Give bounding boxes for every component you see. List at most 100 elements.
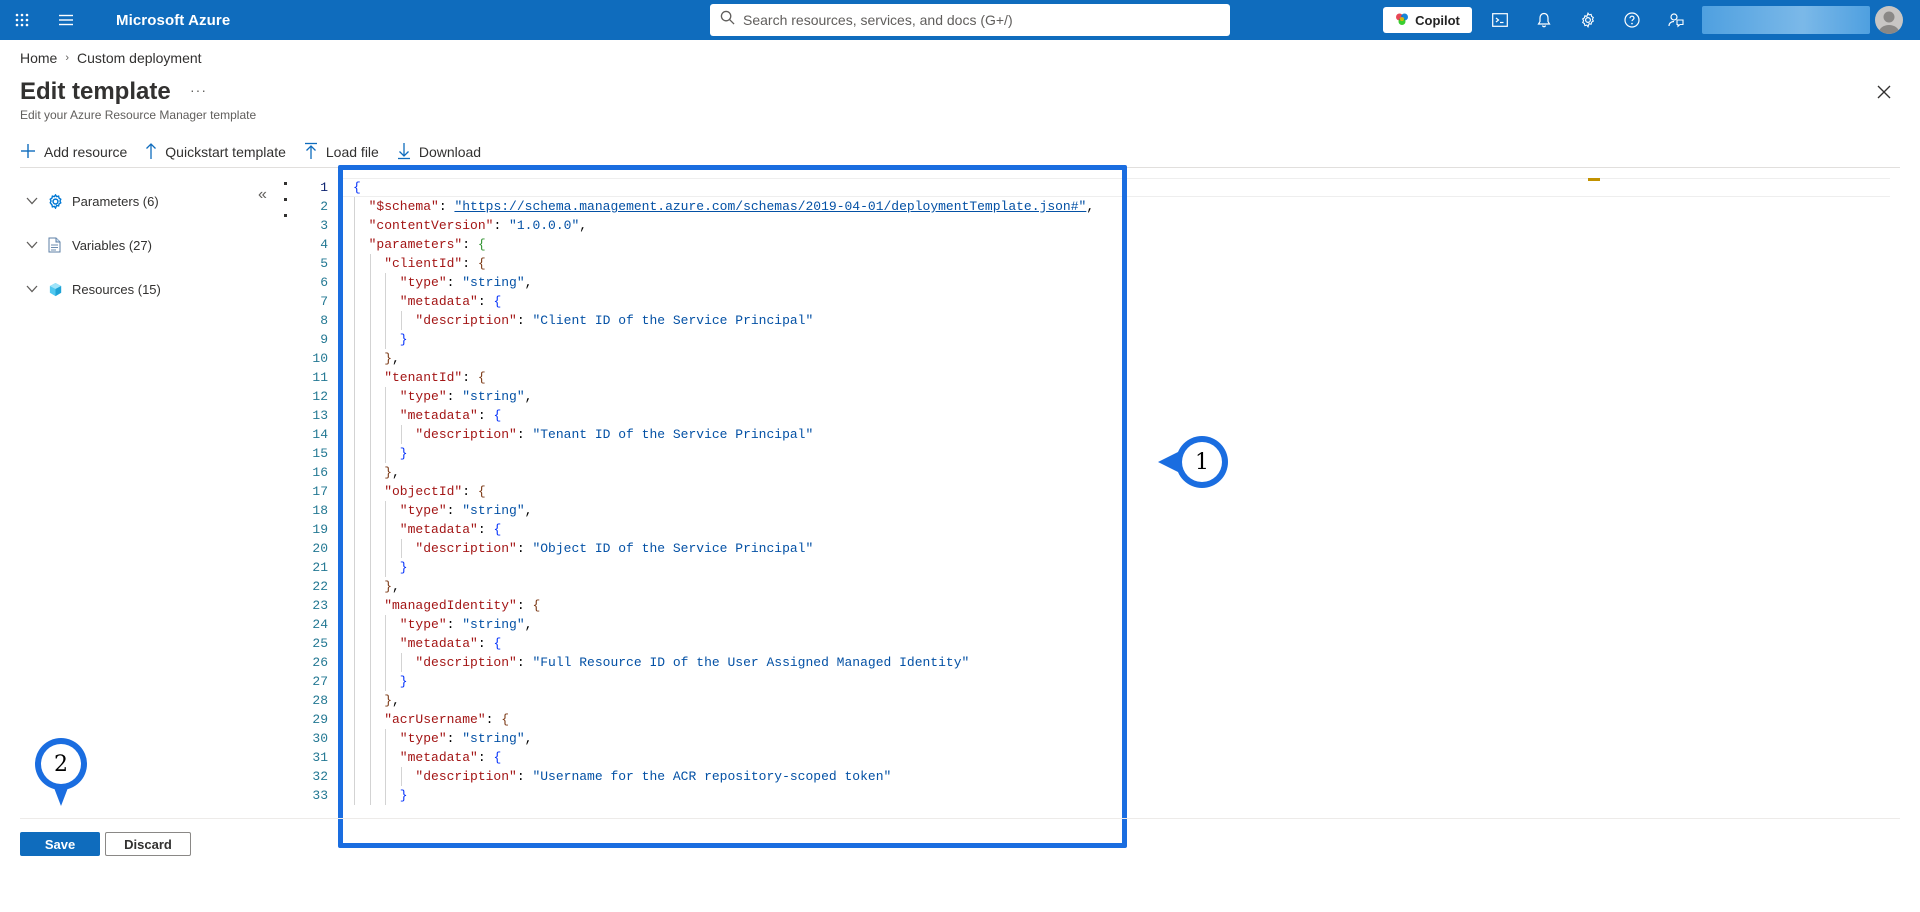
code-text: "tenantId": {: [353, 370, 486, 385]
global-search[interactable]: [710, 4, 1230, 36]
code-line[interactable]: 29 "acrUsername": {: [300, 710, 1900, 729]
breadcrumb-home[interactable]: Home: [20, 50, 57, 66]
code-line[interactable]: 8 "description": "Client ID of the Servi…: [300, 311, 1900, 330]
code-line[interactable]: 25 "metadata": {: [300, 634, 1900, 653]
code-line[interactable]: 31 "metadata": {: [300, 748, 1900, 767]
code-line[interactable]: 2 "$schema": "https://schema.management.…: [300, 197, 1900, 216]
code-text: "parameters": {: [353, 237, 486, 252]
code-token: :: [462, 256, 478, 271]
code-line[interactable]: 15 }: [300, 444, 1900, 463]
code-line[interactable]: 28 },: [300, 691, 1900, 710]
download-button[interactable]: Download: [397, 142, 481, 163]
line-number: 2: [320, 199, 328, 214]
copilot-button[interactable]: Copilot: [1383, 7, 1472, 33]
save-button[interactable]: Save: [20, 832, 100, 856]
quickstart-template-button[interactable]: Quickstart template: [145, 142, 286, 163]
account-info-redacted[interactable]: [1702, 6, 1870, 34]
feedback-icon[interactable]: [1656, 0, 1696, 40]
more-options-button[interactable]: ···: [190, 82, 207, 98]
avatar[interactable]: [1875, 6, 1903, 34]
line-number: 13: [312, 408, 328, 423]
code-line[interactable]: 30 "type": "string",: [300, 729, 1900, 748]
code-token: "Username for the ACR repository-scoped …: [532, 769, 892, 784]
code-line[interactable]: 19 "metadata": {: [300, 520, 1900, 539]
code-line[interactable]: 21 }: [300, 558, 1900, 577]
code-line[interactable]: 12 "type": "string",: [300, 387, 1900, 406]
code-token: {: [493, 522, 502, 537]
code-line[interactable]: 16 },: [300, 463, 1900, 482]
notifications-bell-icon[interactable]: [1524, 0, 1564, 40]
hamburger-menu-icon[interactable]: [44, 0, 88, 40]
cloud-shell-icon[interactable]: [1480, 0, 1520, 40]
code-token: :: [516, 541, 533, 556]
code-text: },: [353, 693, 400, 708]
code-line[interactable]: 6 "type": "string",: [300, 273, 1900, 292]
code-token: ,: [392, 693, 400, 708]
chevron-down-icon[interactable]: [26, 285, 44, 293]
code-token: "type": [353, 503, 447, 518]
code-token: "metadata": [353, 294, 478, 309]
top-nav-bar: Microsoft Azure Copilot: [0, 0, 1920, 40]
code-line[interactable]: 20 "description": "Object ID of the Serv…: [300, 539, 1900, 558]
code-text: },: [353, 465, 400, 480]
tree-item-resources[interactable]: Resources (15): [26, 278, 161, 300]
code-text: }: [353, 788, 408, 803]
code-token: {: [477, 370, 486, 385]
code-text: "$schema": "https://schema.management.az…: [353, 199, 1095, 214]
tree-item-variables[interactable]: Variables (27): [26, 234, 161, 256]
code-token: {: [477, 237, 486, 252]
close-icon[interactable]: [1874, 82, 1894, 102]
panel-splitter[interactable]: [283, 180, 289, 224]
tree-item-label: Parameters (6): [72, 193, 159, 209]
load-file-button[interactable]: Load file: [304, 142, 379, 163]
code-line[interactable]: 33 }: [300, 786, 1900, 805]
tree-item-parameters[interactable]: Parameters (6): [26, 190, 161, 212]
code-line[interactable]: 22 },: [300, 577, 1900, 596]
code-token: :: [462, 370, 478, 385]
code-line[interactable]: 14 "description": "Tenant ID of the Serv…: [300, 425, 1900, 444]
line-number: 7: [320, 294, 328, 309]
code-line[interactable]: 10 },: [300, 349, 1900, 368]
chevron-down-icon[interactable]: [26, 241, 44, 249]
code-line[interactable]: 24 "type": "string",: [300, 615, 1900, 634]
settings-gear-icon[interactable]: [1568, 0, 1608, 40]
brand-title[interactable]: Microsoft Azure: [116, 12, 230, 29]
code-line[interactable]: 13 "metadata": {: [300, 406, 1900, 425]
code-line[interactable]: 23 "managedIdentity": {: [300, 596, 1900, 615]
line-number: 30: [312, 731, 328, 746]
line-number: 26: [312, 655, 328, 670]
code-line[interactable]: 18 "type": "string",: [300, 501, 1900, 520]
code-line[interactable]: 4 "parameters": {: [300, 235, 1900, 254]
code-line[interactable]: 17 "objectId": {: [300, 482, 1900, 501]
code-line[interactable]: 9 }: [300, 330, 1900, 349]
code-token: "string": [462, 389, 525, 404]
app-launcher-icon[interactable]: [0, 0, 44, 40]
code-line[interactable]: 3 "contentVersion": "1.0.0.0",: [300, 216, 1900, 235]
code-token: ,: [392, 351, 400, 366]
code-line[interactable]: 7 "metadata": {: [300, 292, 1900, 311]
code-line[interactable]: 27 }: [300, 672, 1900, 691]
help-question-icon[interactable]: [1612, 0, 1652, 40]
code-line[interactable]: 32 "description": "Username for the ACR …: [300, 767, 1900, 786]
upload-icon: [304, 142, 318, 163]
line-number: 28: [312, 693, 328, 708]
line-number: 6: [320, 275, 328, 290]
search-input[interactable]: [743, 12, 1213, 28]
add-resource-button[interactable]: Add resource: [20, 143, 127, 162]
copilot-label: Copilot: [1415, 12, 1460, 28]
chevron-down-icon[interactable]: [26, 197, 44, 205]
code-line[interactable]: 1{: [300, 178, 1900, 197]
code-token: ,: [524, 275, 533, 290]
code-line[interactable]: 5 "clientId": {: [300, 254, 1900, 273]
collapse-panel-icon[interactable]: «: [258, 186, 267, 204]
code-line[interactable]: 26 "description": "Full Resource ID of t…: [300, 653, 1900, 672]
discard-button[interactable]: Discard: [105, 832, 191, 856]
line-number: 31: [312, 750, 328, 765]
breadcrumb-custom-deployment[interactable]: Custom deployment: [77, 50, 202, 66]
code-text: "metadata": {: [353, 636, 501, 651]
code-token: }: [353, 788, 408, 803]
load-file-label: Load file: [325, 144, 379, 160]
code-token: :: [446, 617, 463, 632]
code-line[interactable]: 11 "tenantId": {: [300, 368, 1900, 387]
code-editor[interactable]: 1{2 "$schema": "https://schema.managemen…: [300, 176, 1900, 806]
